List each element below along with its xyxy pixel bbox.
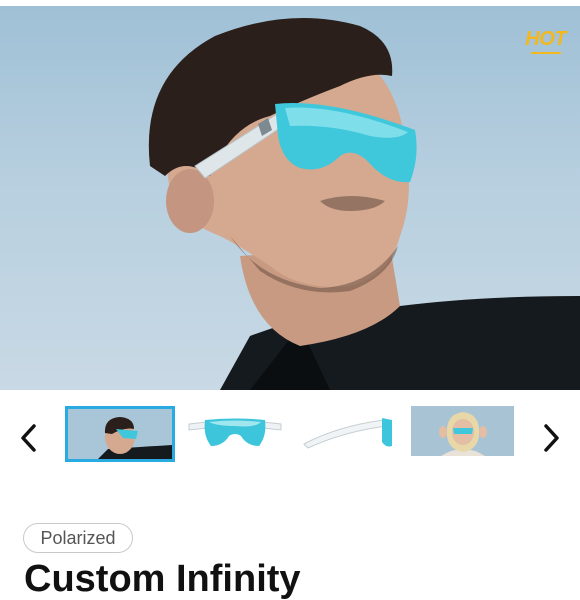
- product-title: Custom Infinity: [24, 558, 301, 600]
- polarized-badge: Polarized: [23, 523, 133, 553]
- brand-logo: HOT: [525, 28, 566, 54]
- sunglasses-front-thumbnail-image: [185, 406, 285, 458]
- brand-logo-text: HOT: [525, 28, 566, 50]
- thumbnail-carousel: [0, 398, 580, 478]
- thumbnail-model-man[interactable]: [65, 406, 175, 462]
- hero-image: HOT: [0, 6, 580, 390]
- chevron-left-icon: [21, 424, 36, 452]
- hero-photo-illustration: [148, 18, 580, 390]
- sunglasses-side-thumbnail-image: [298, 406, 398, 458]
- carousel-next-button[interactable]: [538, 420, 564, 456]
- thumbnail-sunglasses-front[interactable]: [185, 406, 285, 458]
- carousel-prev-button[interactable]: [16, 420, 42, 456]
- model-woman-thumbnail-image: [411, 406, 514, 456]
- model-man-thumbnail-image: [68, 409, 172, 459]
- thumbnail-model-woman[interactable]: [411, 406, 514, 456]
- thumbnail-sunglasses-side[interactable]: [298, 406, 398, 458]
- chevron-right-icon: [544, 424, 559, 452]
